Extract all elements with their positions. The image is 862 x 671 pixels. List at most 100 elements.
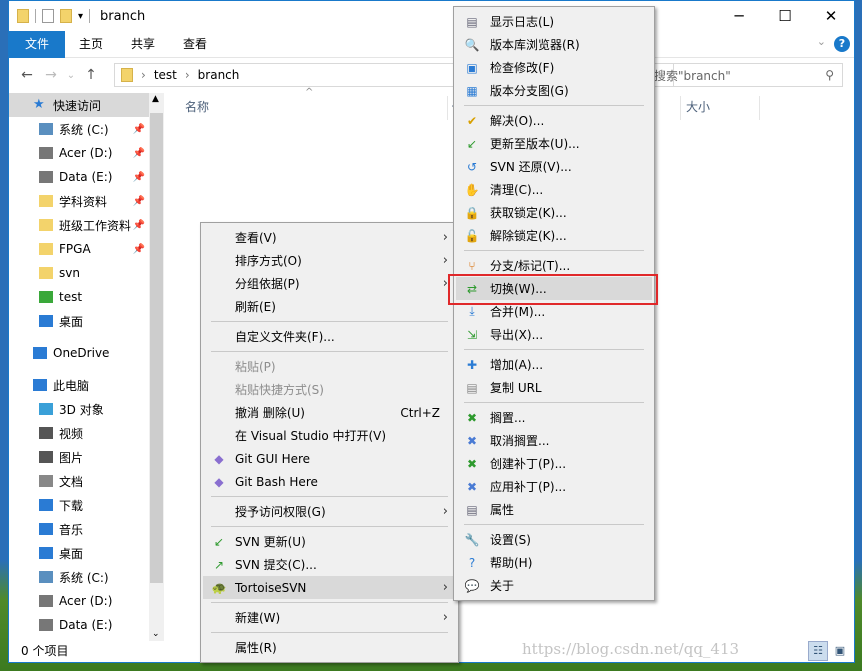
nav-item[interactable]: Data (E:) 📌 [9,165,149,189]
search-input[interactable]: 搜索"branch" ⚲ [649,63,843,87]
menu-item-增加[interactable]: ✚ 增加(A)... [456,353,652,376]
menu-item-tortoisesvn[interactable]: 🐢 TortoiseSVN › [203,576,456,599]
nav-item[interactable]: 系统 (C:) 📌 [9,117,149,141]
menu-item-分组依据[interactable]: 分组依据(P) › [203,272,456,295]
properties-icon[interactable] [42,9,54,23]
up-icon[interactable]: ↑ [79,67,103,83]
menu-item-新建[interactable]: 新建(W) › [203,606,456,629]
menu-item-检查修改[interactable]: ▣ 检查修改(F) [456,56,652,79]
breadcrumb-branch[interactable]: branch [198,68,240,82]
menu-item-应用补丁[interactable]: ✖ 应用补丁(P)... [456,475,652,498]
menu-item-粘贴[interactable]: 粘贴(P) [203,355,456,378]
close-button[interactable]: ✕ [808,1,854,31]
menu-item-复制-url[interactable]: ▤ 复制 URL [456,376,652,399]
nav-item[interactable]: 下载 [9,493,149,517]
nav-item[interactable]: 文档 [9,469,149,493]
menu-item-版本分支图[interactable]: ▦ 版本分支图(G) [456,79,652,102]
pin-icon[interactable]: 📌 [133,244,145,255]
pin-icon[interactable]: 📌 [133,220,145,231]
menu-item-svn-还原[interactable]: ↺ SVN 还原(V)... [456,155,652,178]
menu-item-在-visual-studio-中打开[interactable]: 在 Visual Studio 中打开(V) [203,424,456,447]
folder-icon [39,243,53,255]
menu-item-帮助[interactable]: ? 帮助(H) [456,551,652,574]
nav-item[interactable]: Acer (D:) 📌 [9,141,149,165]
menu-item-自定义文件夹[interactable]: 自定义文件夹(F)... [203,325,456,348]
menu-item-svn-更新[interactable]: ↙ SVN 更新(U) [203,530,456,553]
minimize-button[interactable]: ─ [716,1,762,31]
menu-item-svn-提交[interactable]: ↗ SVN 提交(C)... [203,553,456,576]
properties-icon: ▤ [466,502,478,517]
menu-item-关于[interactable]: 💬 关于 [456,574,652,597]
column-header-name[interactable]: 名称 [185,96,209,120]
menu-separator [203,318,456,325]
pin-icon[interactable]: 📌 [133,196,145,207]
nav-item[interactable]: 3D 对象 [9,397,149,421]
menu-item-搁置[interactable]: ✖ 搁置... [456,406,652,429]
menu-item-创建补丁[interactable]: ✖ 创建补丁(P)... [456,452,652,475]
nav-item[interactable]: 音乐 [9,517,149,541]
nav-item[interactable]: Data (E:) [9,613,149,637]
large-icons-view-button[interactable]: ▣ [830,641,850,661]
menu-item-label: 版本分支图(G) [490,84,569,98]
nav-item[interactable]: ★ 快速访问 [9,93,149,117]
scroll-up-icon[interactable]: ▲ [152,94,159,104]
tab-share[interactable]: 共享 [117,31,169,58]
customize-toolbar-icon[interactable]: ▾ [78,11,83,22]
scroll-down-icon[interactable]: ⌄ [152,629,160,639]
menu-item-版本库浏览器[interactable]: 🔍 版本库浏览器(R) [456,33,652,56]
column-header-size[interactable]: 大小 [680,96,760,120]
nav-item[interactable]: 班级工作资料 📌 [9,213,149,237]
menu-item-获取锁定[interactable]: 🔒 获取锁定(K)... [456,201,652,224]
menu-item-刷新[interactable]: 刷新(E) [203,295,456,318]
menu-item-属性[interactable]: 属性(R) [203,636,456,659]
expand-ribbon-icon[interactable]: ⌄ [817,35,826,48]
nav-item[interactable]: 视频 [9,421,149,445]
pin-icon[interactable]: 📌 [133,148,145,159]
nav-item[interactable]: 桌面 [9,541,149,565]
nav-item[interactable]: test [9,285,149,309]
menu-item-授予访问权限[interactable]: 授予访问权限(G) › [203,500,456,523]
forward-icon[interactable]: → [39,67,63,83]
menu-item-清理[interactable]: ✋ 清理(C)... [456,178,652,201]
nav-item-label: 文档 [59,474,84,489]
menu-item-排序方式[interactable]: 排序方式(O) › [203,249,456,272]
nav-item[interactable]: 系统 (C:) [9,565,149,589]
menu-item-解决[interactable]: ✔ 解决(O)... [456,109,652,132]
breadcrumb-test[interactable]: test [154,68,177,82]
maximize-button[interactable]: ☐ [762,1,808,31]
nav-item[interactable]: 桌面 [9,309,149,333]
nav-item[interactable]: Acer (D:) [9,589,149,613]
nav-item[interactable]: svn [9,261,149,285]
menu-item-取消搁置[interactable]: ✖ 取消搁置... [456,429,652,452]
help-icon[interactable]: ? [834,36,850,52]
tab-view[interactable]: 查看 [169,31,221,58]
nav-item[interactable]: FPGA 📌 [9,237,149,261]
scrollbar-thumb[interactable] [150,113,163,583]
details-view-button[interactable]: ☷ [808,641,828,661]
menu-item-粘贴快捷方式[interactable]: 粘贴快捷方式(S) [203,378,456,401]
tab-file[interactable]: 文件 [9,30,65,58]
document-icon [39,475,53,487]
menu-item-git-gui-here[interactable]: ◆ Git GUI Here [203,447,456,470]
recent-locations-icon[interactable]: ⌄ [63,70,79,81]
tab-home[interactable]: 主页 [65,31,117,58]
highlight-box [448,274,658,305]
nav-item[interactable]: OneDrive [9,341,149,365]
menu-item-导出[interactable]: ⇲ 导出(X)... [456,323,652,346]
menu-item-git-bash-here[interactable]: ◆ Git Bash Here [203,470,456,493]
nav-item[interactable]: 此电脑 [9,373,149,397]
new-folder-icon[interactable] [60,9,72,23]
menu-item-设置[interactable]: 🔧 设置(S) [456,528,652,551]
menu-item-查看[interactable]: 查看(V) › [203,226,456,249]
back-icon[interactable]: ← [15,67,39,83]
nav-item[interactable]: 图片 [9,445,149,469]
menu-item-解除锁定[interactable]: 🔓 解除锁定(K)... [456,224,652,247]
menu-item-显示日志[interactable]: ▤ 显示日志(L) [456,10,652,33]
menu-item-属性[interactable]: ▤ 属性 [456,498,652,521]
nav-item[interactable]: 学科资料 📌 [9,189,149,213]
menu-item-更新至版本[interactable]: ↙ 更新至版本(U)... [456,132,652,155]
pin-icon[interactable]: 📌 [133,172,145,183]
menu-item-撤消-删除[interactable]: 撤消 删除(U) Ctrl+Z [203,401,456,424]
nav-scrollbar[interactable]: ▲ ⌄ [149,93,164,641]
pin-icon[interactable]: 📌 [133,124,145,135]
